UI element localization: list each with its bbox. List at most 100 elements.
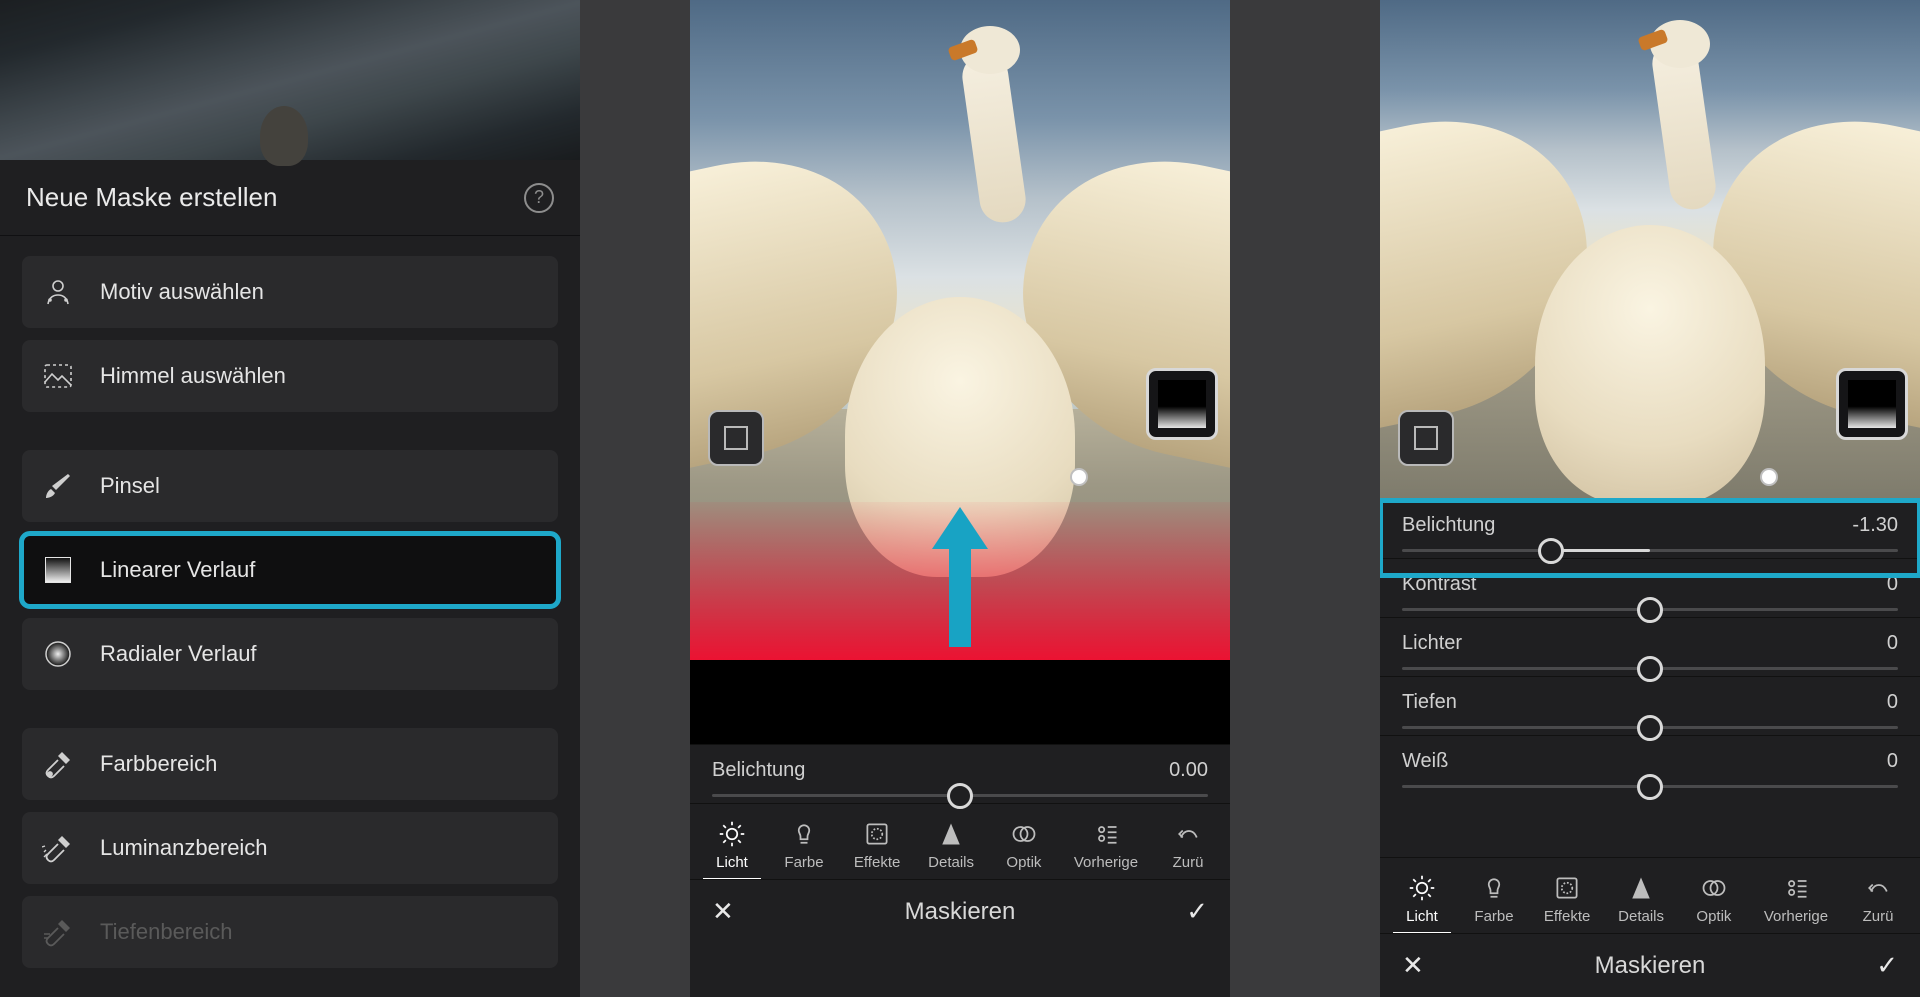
bottom-bar: ✕ Maskieren ✓ [1380,933,1920,997]
gradient-preview-button[interactable] [1146,368,1218,440]
mask-option-sky[interactable]: Himmel auswählen [22,340,558,412]
light-slider-group: Belichtung-1.30Kontrast0Lichter0Tiefen0W… [1380,500,1920,857]
mask-option-color-range[interactable]: Farbbereich [22,728,558,800]
tab-details[interactable]: Details [1604,870,1678,929]
tab-label: Zurü [1173,854,1204,871]
slider-value: 0 [1887,573,1898,596]
tab-reset[interactable]: Zurü [1842,870,1914,929]
mask-thumbnail-button[interactable] [1398,410,1454,466]
tab-color[interactable]: Farbe [1458,870,1530,929]
tab-color[interactable]: Farbe [768,816,840,875]
slider-label: Belichtung [712,759,805,782]
panel-create-mask: Neue Maske erstellen ? Motiv auswählen [0,0,580,997]
slider-label: Tiefen [1402,691,1457,714]
mask-pin-icon[interactable] [1070,468,1088,486]
tab-label: Farbe [1474,908,1513,925]
edit-tabs: Licht Farbe Effekte Details Optik Vorherige Zu… [1380,857,1920,933]
slider-track[interactable] [712,794,1208,797]
tab-optics[interactable]: Optik [1678,870,1750,929]
radial-gradient-icon [42,638,74,670]
mask-option-label: Himmel auswählen [100,363,286,389]
tab-effects[interactable]: Effekte [840,816,914,875]
slider-value: 0 [1887,632,1898,655]
slider-tiefen[interactable]: Tiefen 0 [1380,676,1920,735]
mask-option-brush[interactable]: Pinsel [22,450,558,522]
mask-option-label: Linearer Verlauf [100,557,255,583]
confirm-icon[interactable]: ✓ [1876,950,1898,981]
mask-option-label: Motiv auswählen [100,279,264,305]
slider-weiß[interactable]: Weiß0 [1380,735,1920,794]
mask-option-label: Radialer Verlauf [100,641,257,667]
slider-value: -1.30 [1852,514,1898,537]
confirm-icon[interactable]: ✓ [1186,896,1208,927]
preview-sky-thumbnail [0,0,580,160]
slider-kontrast[interactable]: Kontrast 0 [1380,558,1920,617]
drag-up-arrow-icon [944,507,976,647]
tab-label: Details [1618,908,1664,925]
slider-label: Kontrast [1402,573,1476,596]
mask-option-label: Luminanzbereich [100,835,268,861]
tab-details[interactable]: Details [914,816,988,875]
tab-effects[interactable]: Effekte [1530,870,1604,929]
tab-label: Vorherige [1074,854,1138,871]
slider-value: 0 [1887,691,1898,714]
slider-track[interactable] [1402,667,1898,670]
mask-option-subject[interactable]: Motiv auswählen [22,256,558,328]
tab-reset[interactable]: Zurü [1152,816,1224,875]
tab-label: Optik [1696,908,1731,925]
mask-option-list: Motiv auswählen Himmel auswählen [0,236,580,968]
panel-light-sliders: Belichtung-1.30Kontrast0Lichter0Tiefen0W… [1380,0,1920,997]
mask-pin-icon[interactable] [1760,468,1778,486]
mask-option-radial-gradient[interactable]: Radialer Verlauf [22,618,558,690]
photo-canvas[interactable] [690,0,1230,660]
letterbox [690,660,1230,744]
slider-belichtung[interactable]: Belichtung-1.30 [1380,500,1920,558]
mask-option-label: Pinsel [100,473,160,499]
tab-light[interactable]: Licht [696,816,768,875]
landscape-icon [42,360,74,392]
tab-previous[interactable]: Vorherige [1060,816,1152,875]
tab-label: Effekte [854,854,900,871]
photo-canvas[interactable] [1380,0,1920,500]
slider-track[interactable] [1402,549,1898,552]
tab-label: Effekte [1544,908,1590,925]
tab-label: Farbe [784,854,823,871]
tab-light[interactable]: Licht [1386,870,1458,929]
mask-option-label: Tiefenbereich [100,919,232,945]
eyedropper-color-icon [42,748,74,780]
panel-title: Neue Maske erstellen [26,182,277,213]
tab-label: Optik [1006,854,1041,871]
slider-lichter[interactable]: Lichter 0 [1380,617,1920,676]
close-icon[interactable]: ✕ [1402,950,1424,981]
eyedropper-luminance-icon [42,832,74,864]
edit-tabs: Licht Farbe Effekte Details Optik Vorherige Zu… [690,803,1230,879]
bottom-title: Maskieren [734,898,1186,926]
tab-label: Zurü [1863,908,1894,925]
eyedropper-depth-icon [42,916,74,948]
panel-mask-drag: Belichtung 0.00 Licht Farbe Effekte Details… [690,0,1230,997]
tab-label: Details [928,854,974,871]
close-icon[interactable]: ✕ [712,896,734,927]
slider-exposure[interactable]: Belichtung 0.00 [690,744,1230,803]
mask-thumbnail-button[interactable] [708,410,764,466]
panel-header: Neue Maske erstellen ? [0,160,580,236]
linear-gradient-icon [42,554,74,586]
mask-option-luminance-range[interactable]: Luminanzbereich [22,812,558,884]
mask-option-label: Farbbereich [100,751,217,777]
tab-optics[interactable]: Optik [988,816,1060,875]
slider-track[interactable] [1402,726,1898,729]
help-icon[interactable]: ? [524,183,554,213]
bottom-bar: ✕ Maskieren ✓ [690,879,1230,943]
slider-label: Lichter [1402,632,1462,655]
mask-option-linear-gradient[interactable]: Linearer Verlauf [22,534,558,606]
slider-value: 0.00 [1169,759,1208,782]
slider-track[interactable] [1402,785,1898,788]
tab-label: Vorherige [1764,908,1828,925]
gradient-preview-button[interactable] [1836,368,1908,440]
slider-track[interactable] [1402,608,1898,611]
person-icon [42,276,74,308]
slider-value: 0 [1887,750,1898,773]
tab-previous[interactable]: Vorherige [1750,870,1842,929]
tab-label: Licht [716,854,748,871]
tab-label: Licht [1406,908,1438,925]
